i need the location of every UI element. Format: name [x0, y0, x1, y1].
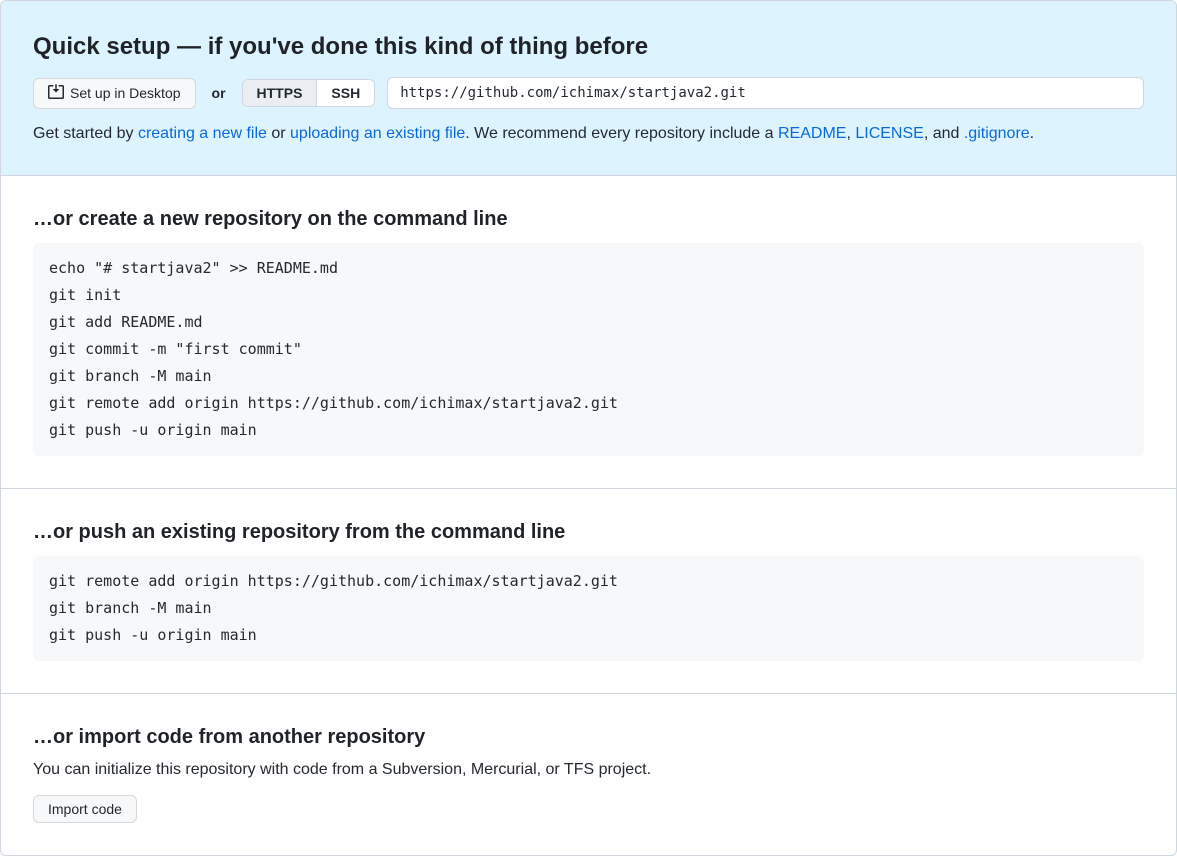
tab-https[interactable]: HTTPS [243, 80, 317, 106]
push-existing-cli-heading: …or push an existing repository from the… [33, 521, 1144, 544]
quick-setup-help-text: Get started by creating a new file or up… [33, 125, 1144, 143]
readme-link[interactable]: README [778, 125, 846, 142]
help-period: . [1030, 125, 1034, 142]
push-existing-cli-section: …or push an existing repository from the… [1, 489, 1176, 694]
create-repo-codeblock[interactable]: echo "# startjava2" >> README.md git ini… [33, 243, 1144, 456]
create-new-file-link[interactable]: creating a new file [138, 125, 267, 142]
setup-in-desktop-button[interactable]: Set up in Desktop [33, 78, 196, 109]
help-comma: , [846, 125, 855, 142]
help-and: , and [924, 125, 964, 142]
quick-setup-heading: Quick setup — if you've done this kind o… [33, 33, 1144, 61]
protocol-tabgroup: HTTPS SSH [242, 79, 376, 107]
create-repo-cli-section: …or create a new repository on the comma… [1, 176, 1176, 489]
setup-in-desktop-label: Set up in Desktop [70, 85, 181, 101]
desktop-icon [48, 84, 64, 103]
import-code-section: …or import code from another repository … [1, 694, 1176, 855]
help-mid2: . We recommend every repository include … [465, 125, 778, 142]
push-existing-codeblock[interactable]: git remote add origin https://github.com… [33, 556, 1144, 661]
clone-options-row: Set up in Desktop or HTTPS SSH [33, 77, 1144, 109]
help-prefix: Get started by [33, 125, 138, 142]
tab-ssh[interactable]: SSH [316, 80, 374, 106]
import-code-heading: …or import code from another repository [33, 726, 1144, 749]
import-code-description: You can initialize this repository with … [33, 761, 1144, 779]
gitignore-link[interactable]: .gitignore [964, 125, 1030, 142]
help-mid1: or [267, 125, 290, 142]
clone-url-input[interactable] [387, 77, 1144, 109]
or-separator: or [212, 85, 226, 101]
license-link[interactable]: LICENSE [855, 125, 923, 142]
create-repo-cli-heading: …or create a new repository on the comma… [33, 208, 1144, 231]
import-code-button[interactable]: Import code [33, 795, 137, 823]
upload-existing-file-link[interactable]: uploading an existing file [290, 125, 465, 142]
repo-empty-setup-panel: Quick setup — if you've done this kind o… [0, 0, 1177, 856]
quick-setup-section: Quick setup — if you've done this kind o… [1, 1, 1176, 176]
